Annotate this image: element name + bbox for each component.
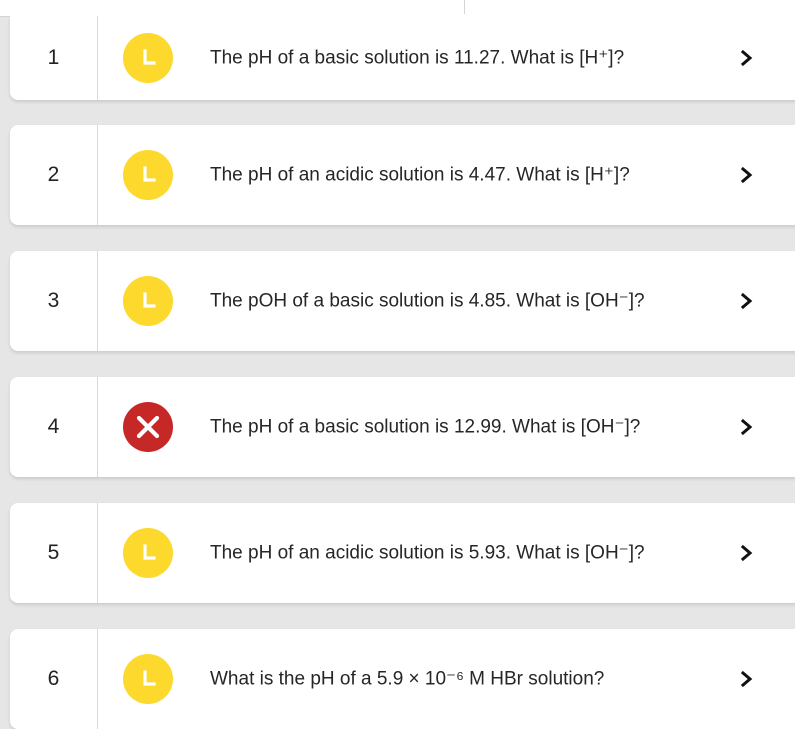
chevron-right-icon[interactable] <box>736 48 756 68</box>
question-number: 1 <box>47 46 60 69</box>
chevron-right-icon[interactable] <box>736 165 756 185</box>
clock-icon <box>123 150 173 200</box>
question-number-cell: 1 <box>10 16 98 100</box>
question-text: The pH of an acidic solution is 4.47. Wh… <box>210 164 630 186</box>
clock-icon <box>123 276 173 326</box>
chevron-right-icon[interactable] <box>736 543 756 563</box>
x-icon <box>123 402 173 452</box>
question-number-cell: 2 <box>10 125 98 225</box>
question-number-cell: 4 <box>10 377 98 477</box>
question-number-cell: 5 <box>10 503 98 603</box>
clock-icon <box>123 654 173 704</box>
chevron-right-icon[interactable] <box>736 417 756 437</box>
question-number: 5 <box>47 541 60 564</box>
question-row-6[interactable]: 6 What is the pH of a 5.9 × 10⁻⁶ M HBr s… <box>10 629 795 729</box>
question-row-5[interactable]: 5 The pH of an acidic solution is 5.93. … <box>10 503 795 603</box>
chevron-right-icon[interactable] <box>736 669 756 689</box>
question-row-2[interactable]: 2 The pH of an acidic solution is 4.47. … <box>10 125 795 225</box>
question-number-cell: 3 <box>10 251 98 351</box>
question-number-cell: 6 <box>10 629 98 729</box>
question-text: The pH of a basic solution is 11.27. Wha… <box>210 47 625 69</box>
question-text: What is the pH of a 5.9 × 10⁻⁶ M HBr sol… <box>210 668 605 690</box>
question-row-1[interactable]: 1 The pH of a basic solution is 11.27. W… <box>10 16 795 100</box>
top-bar <box>0 0 795 17</box>
question-row-3[interactable]: 3 The pOH of a basic solution is 4.85. W… <box>10 251 795 351</box>
question-number: 2 <box>47 163 60 186</box>
chevron-right-icon[interactable] <box>736 291 756 311</box>
question-number: 3 <box>47 289 60 312</box>
question-text: The pH of an acidic solution is 5.93. Wh… <box>210 542 645 564</box>
clock-icon <box>123 33 173 83</box>
question-text: The pOH of a basic solution is 4.85. Wha… <box>210 290 645 312</box>
top-bar-divider <box>464 0 465 14</box>
question-row-4[interactable]: 4 The pH of a basic solution is 12.99. W… <box>10 377 795 477</box>
clock-icon <box>123 528 173 578</box>
question-number: 6 <box>47 667 60 690</box>
question-text: The pH of a basic solution is 12.99. Wha… <box>210 416 641 438</box>
question-number: 4 <box>47 415 60 438</box>
